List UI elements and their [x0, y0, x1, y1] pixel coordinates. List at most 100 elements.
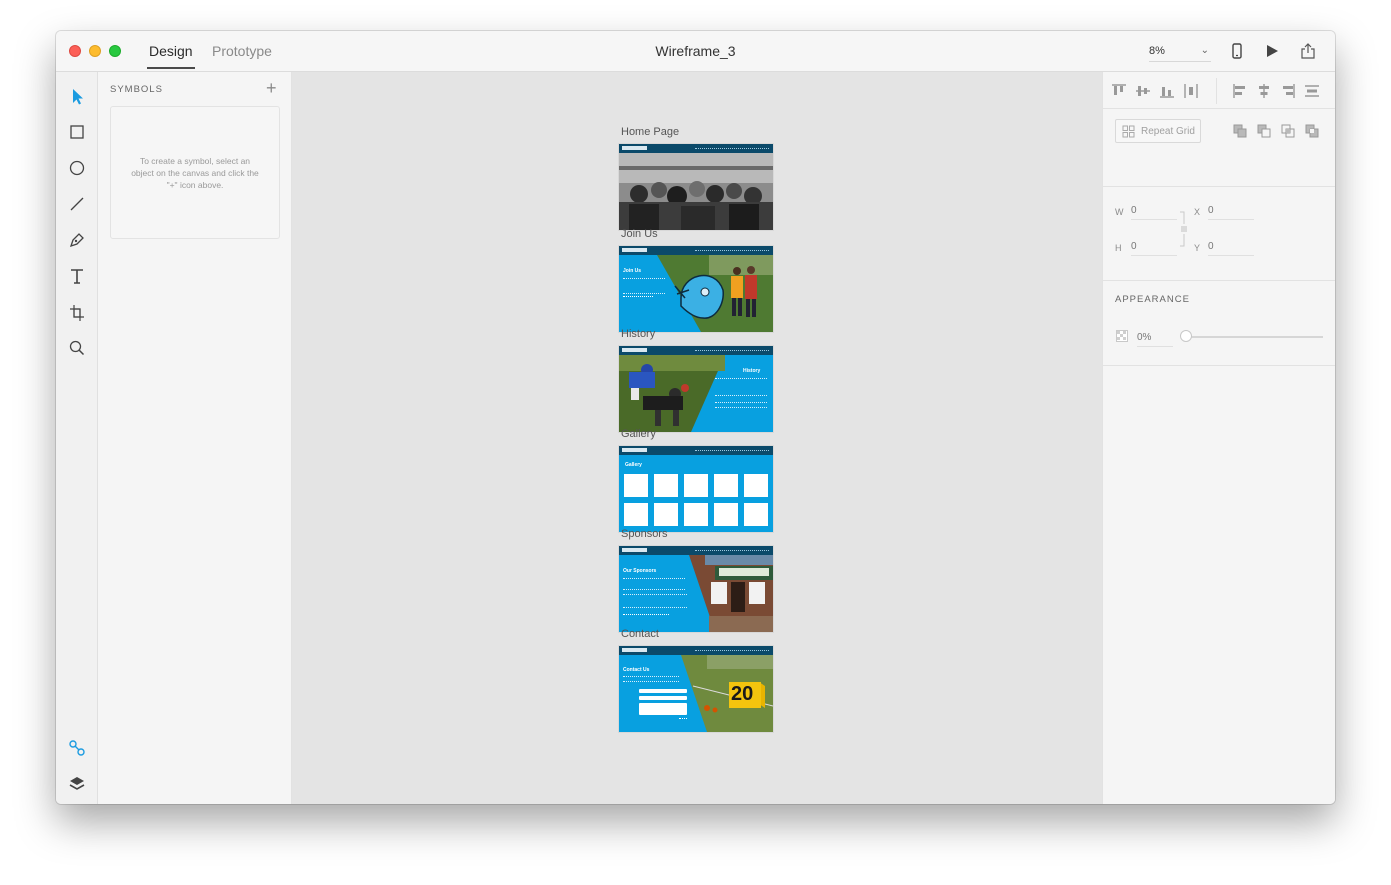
artboard-nav-bar — [619, 144, 773, 153]
select-tool-icon[interactable] — [67, 86, 87, 106]
distribute-vertical-icon[interactable] — [1304, 83, 1320, 99]
artboard-label-sponsors[interactable]: Sponsors — [621, 528, 667, 540]
width-label: W — [1115, 207, 1124, 217]
add-symbol-icon[interactable]: + — [266, 78, 277, 99]
y-label: Y — [1194, 243, 1201, 253]
ellipse-tool-icon[interactable] — [67, 158, 87, 178]
divider — [1103, 280, 1335, 281]
zoom-value: 8% — [1149, 45, 1165, 57]
boolean-subtract-icon[interactable] — [1256, 123, 1272, 139]
history-body-text-2 — [715, 402, 767, 408]
x-label: X — [1194, 207, 1201, 217]
join-link — [623, 296, 653, 298]
align-top-icon[interactable] — [1111, 83, 1127, 99]
gallery-thumb — [654, 474, 678, 497]
distribute-horizontal-icon[interactable] — [1183, 83, 1199, 99]
logo — [622, 548, 647, 552]
opacity-slider-handle[interactable] — [1180, 330, 1192, 342]
gallery-thumb — [714, 474, 738, 497]
artboard-history[interactable]: History — [619, 346, 773, 432]
artboard-join[interactable]: Join Us — [619, 246, 773, 332]
artboard-nav-bar — [619, 346, 773, 355]
symbols-panel-icon[interactable] — [67, 738, 87, 758]
artboard-label-join[interactable]: Join Us — [621, 228, 658, 240]
share-icon[interactable] — [1299, 42, 1317, 60]
nav-links — [695, 148, 769, 150]
lock-aspect-icon[interactable] — [1178, 210, 1188, 248]
tools-toolbar — [56, 72, 98, 804]
design-canvas[interactable]: Home Page Join Us Join Us History Histor… — [292, 72, 1102, 804]
divider — [1103, 365, 1335, 366]
boolean-add-icon[interactable] — [1232, 123, 1248, 139]
opacity-slider-track[interactable] — [1183, 336, 1323, 338]
artboard-tool-icon[interactable] — [67, 302, 87, 322]
gallery-thumb — [624, 503, 648, 526]
join-heading: Join Us — [623, 268, 642, 274]
width-field[interactable]: 0 — [1131, 205, 1177, 220]
symbols-title: SYMBOLS — [110, 84, 163, 95]
line-tool-icon[interactable] — [67, 194, 87, 214]
chevron-down-icon: ⌄ — [1200, 45, 1209, 56]
artboard-label-contact[interactable]: Contact — [621, 628, 659, 640]
opacity-icon — [1116, 330, 1128, 342]
logo — [622, 648, 647, 652]
zoom-dropdown[interactable]: 8% ⌄ — [1149, 41, 1211, 62]
divider — [1216, 78, 1217, 104]
logo — [622, 448, 647, 452]
align-bottom-icon[interactable] — [1159, 83, 1175, 99]
artboard-home[interactable] — [619, 144, 773, 230]
nav-links — [695, 250, 769, 252]
gallery-heading: Gallery — [625, 462, 642, 468]
artboard-label-gallery[interactable]: Gallery — [621, 428, 656, 440]
symbols-panel: SYMBOLS + To create a symbol, select an … — [98, 72, 292, 804]
logo — [622, 348, 647, 352]
x-field[interactable]: 0 — [1208, 205, 1254, 220]
nav-links — [695, 650, 769, 652]
artboard-nav-bar — [619, 646, 773, 655]
boolean-exclude-icon[interactable] — [1304, 123, 1320, 139]
align-left-icon[interactable] — [1232, 83, 1248, 99]
sponsors-body-text — [623, 578, 685, 590]
divider — [1103, 108, 1335, 109]
boolean-intersect-icon[interactable] — [1280, 123, 1296, 139]
nav-links — [695, 450, 769, 452]
repeat-grid-label: Repeat Grid — [1141, 126, 1195, 137]
divider — [1103, 186, 1335, 187]
rectangle-tool-icon[interactable] — [67, 122, 87, 142]
pen-tool-icon[interactable] — [67, 230, 87, 250]
gallery-thumb — [684, 503, 708, 526]
contact-submit — [679, 718, 687, 720]
artboard-contact[interactable]: 20 Contact Us — [619, 646, 773, 732]
join-body-text — [623, 278, 665, 294]
artboard-label-history[interactable]: History — [621, 328, 655, 340]
repeat-grid-icon — [1122, 125, 1135, 138]
height-field[interactable]: 0 — [1131, 241, 1177, 256]
active-tab-indicator — [147, 67, 195, 69]
align-middle-icon[interactable] — [1135, 83, 1151, 99]
history-heading: History — [743, 368, 761, 374]
contact-message-field — [639, 703, 687, 715]
align-center-icon[interactable] — [1256, 83, 1272, 99]
height-label: H — [1115, 243, 1122, 253]
yard-marker-number: 20 — [731, 683, 754, 705]
text-tool-icon[interactable] — [67, 266, 87, 286]
nav-links — [695, 550, 769, 552]
artboard-gallery[interactable]: Gallery — [619, 446, 773, 532]
nav-links — [695, 350, 769, 352]
y-field[interactable]: 0 — [1208, 241, 1254, 256]
symbols-hint: To create a symbol, select an object on … — [131, 156, 259, 190]
contact-body-text — [623, 676, 679, 682]
gallery-thumb — [714, 503, 738, 526]
gallery-thumb — [744, 474, 768, 497]
zoom-tool-icon[interactable] — [67, 338, 87, 358]
artboard-sponsors[interactable]: Our Sponsors — [619, 546, 773, 632]
artboard-label-home[interactable]: Home Page — [621, 126, 679, 138]
logo — [622, 248, 647, 252]
align-right-icon[interactable] — [1280, 83, 1296, 99]
opacity-field[interactable]: 0% — [1137, 332, 1173, 347]
device-preview-icon[interactable] — [1228, 42, 1246, 60]
repeat-grid-button[interactable]: Repeat Grid — [1115, 119, 1201, 143]
contact-heading: Contact Us — [623, 667, 650, 673]
play-icon[interactable] — [1263, 42, 1281, 60]
layers-panel-icon[interactable] — [67, 774, 87, 794]
